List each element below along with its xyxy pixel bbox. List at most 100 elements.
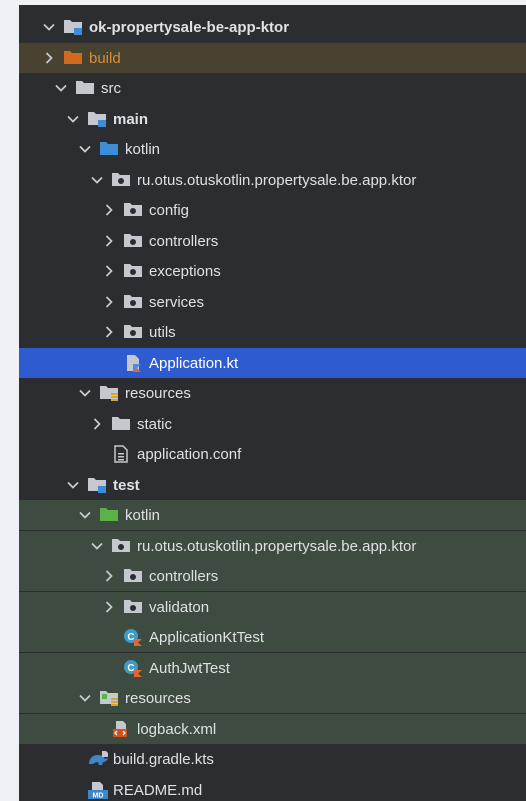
tree-node-label: kotlin bbox=[125, 140, 161, 158]
chevron-right-icon[interactable] bbox=[101, 202, 117, 218]
tree-node[interactable]: resources bbox=[19, 683, 526, 713]
tree-node-label: controllers bbox=[149, 567, 219, 585]
tree-node-label: controllers bbox=[149, 232, 219, 250]
tree-node[interactable]: controllers bbox=[19, 226, 526, 256]
tree-node-label: services bbox=[149, 293, 205, 311]
xml-file-icon bbox=[111, 720, 131, 738]
module-folder-icon bbox=[87, 476, 107, 494]
kotlin-file-icon bbox=[123, 354, 143, 372]
chevron-down-icon[interactable] bbox=[53, 80, 69, 96]
chevron-right-icon[interactable] bbox=[41, 50, 57, 66]
tree-node[interactable]: resources bbox=[19, 378, 526, 408]
tree-node[interactable]: build.gradle.kts bbox=[19, 744, 526, 774]
tree-node[interactable]: exceptions bbox=[19, 256, 526, 286]
tree-node-label: utils bbox=[149, 323, 176, 341]
chevron-right-icon[interactable] bbox=[101, 324, 117, 340]
tree-node[interactable]: kotlin bbox=[19, 134, 526, 164]
tree-node[interactable]: src bbox=[19, 73, 526, 103]
markdown-file-icon: MD bbox=[87, 781, 108, 800]
svg-text:C: C bbox=[127, 663, 134, 674]
package-icon bbox=[123, 323, 143, 341]
folder-resources-icon bbox=[99, 384, 119, 402]
svg-text:MD: MD bbox=[93, 793, 104, 800]
tree-node[interactable]: static bbox=[19, 409, 526, 439]
tree-node[interactable]: Application.kt bbox=[19, 348, 526, 378]
tree-node[interactable]: C ApplicationKtTest bbox=[19, 622, 526, 652]
tree-node-label: ru.otus.otuskotlin.propertysale.be.app.k… bbox=[137, 171, 417, 189]
tree-node-label: validaton bbox=[149, 598, 210, 616]
tree-node[interactable]: C AuthJwtTest bbox=[19, 653, 526, 683]
tree-node[interactable]: build bbox=[19, 43, 526, 73]
kotlin-class-icon: C bbox=[123, 659, 143, 677]
module-folder-icon bbox=[63, 18, 83, 36]
chevron-right-icon[interactable] bbox=[89, 416, 105, 432]
chevron-down-icon[interactable] bbox=[77, 507, 93, 523]
package-icon bbox=[123, 232, 143, 250]
package-icon bbox=[123, 262, 143, 280]
tree-node[interactable]: ru.otus.otuskotlin.propertysale.be.app.k… bbox=[19, 531, 526, 561]
chevron-down-icon[interactable] bbox=[77, 141, 93, 157]
panel-top-edge bbox=[19, 5, 526, 10]
tree-node-label: ApplicationKtTest bbox=[149, 628, 265, 646]
tree-node-label: src bbox=[101, 79, 121, 97]
tree-node[interactable]: utils bbox=[19, 317, 526, 347]
folder-icon bbox=[75, 79, 95, 97]
chevron-down-icon[interactable] bbox=[41, 19, 57, 35]
chevron-down-icon[interactable] bbox=[89, 172, 105, 188]
package-icon bbox=[111, 171, 131, 189]
tree-node-label: ok-propertysale-be-app-ktor bbox=[89, 18, 290, 36]
chevron-down-icon[interactable] bbox=[65, 477, 81, 493]
tree-node[interactable]: logback.xml bbox=[19, 714, 526, 744]
tree-node[interactable]: controllers bbox=[19, 561, 526, 591]
tree-node-label: test bbox=[113, 476, 140, 494]
tree-node-label: kotlin bbox=[125, 506, 161, 524]
tree-node-label: build.gradle.kts bbox=[113, 750, 214, 768]
tree-node-label: application.conf bbox=[137, 445, 242, 463]
tree-node-label: exceptions bbox=[149, 262, 221, 280]
tree-node[interactable]: MD README.md bbox=[19, 775, 526, 801]
tree-node-label: build bbox=[89, 49, 121, 67]
tree-node[interactable]: ok-propertysale-be-app-ktor bbox=[19, 12, 526, 42]
project-tree-panel: ok-propertysale-be-app-ktor build src main k… bbox=[19, 5, 526, 801]
chevron-right-icon[interactable] bbox=[101, 294, 117, 310]
tree-node-label: Application.kt bbox=[149, 354, 239, 372]
tree-node[interactable]: config bbox=[19, 195, 526, 225]
tree-node[interactable]: services bbox=[19, 287, 526, 317]
chevron-right-icon[interactable] bbox=[101, 263, 117, 279]
tree-node-label: static bbox=[137, 415, 173, 433]
tree-node-label: AuthJwtTest bbox=[149, 659, 230, 677]
tree-node[interactable]: test bbox=[19, 470, 526, 500]
tree-node-label: logback.xml bbox=[137, 720, 217, 738]
tree-node-label: ru.otus.otuskotlin.propertysale.be.app.k… bbox=[137, 537, 417, 555]
kotlin-class-icon: C bbox=[123, 628, 143, 646]
tree-node[interactable]: application.conf bbox=[19, 439, 526, 469]
module-folder-icon bbox=[87, 110, 107, 128]
folder-source-icon bbox=[99, 140, 119, 158]
tree-node-label: resources bbox=[125, 384, 191, 402]
package-icon bbox=[111, 537, 131, 555]
tree-node[interactable]: ru.otus.otuskotlin.propertysale.be.app.k… bbox=[19, 165, 526, 195]
package-icon bbox=[123, 201, 143, 219]
package-icon bbox=[123, 293, 143, 311]
gradle-file-icon bbox=[87, 750, 108, 768]
folder-test-resources-icon bbox=[99, 689, 119, 707]
tree-node[interactable]: kotlin bbox=[19, 500, 526, 530]
chevron-down-icon[interactable] bbox=[77, 690, 93, 706]
chevron-right-icon[interactable] bbox=[101, 233, 117, 249]
folder-icon bbox=[111, 415, 131, 433]
tree-node-label: config bbox=[149, 201, 190, 219]
chevron-down-icon[interactable] bbox=[65, 111, 81, 127]
package-icon bbox=[123, 567, 143, 585]
chevron-down-icon[interactable] bbox=[89, 538, 105, 554]
chevron-right-icon[interactable] bbox=[101, 599, 117, 615]
folder-excluded-icon bbox=[63, 49, 83, 67]
package-icon bbox=[123, 598, 143, 616]
chevron-right-icon[interactable] bbox=[101, 568, 117, 584]
config-file-icon bbox=[111, 445, 131, 463]
folder-test-icon bbox=[99, 506, 119, 524]
chevron-down-icon[interactable] bbox=[77, 385, 93, 401]
tree-node[interactable]: validaton bbox=[19, 592, 526, 622]
tree-node[interactable]: main bbox=[19, 104, 526, 134]
svg-text:C: C bbox=[127, 632, 134, 643]
tree-node-label: README.md bbox=[113, 781, 203, 799]
